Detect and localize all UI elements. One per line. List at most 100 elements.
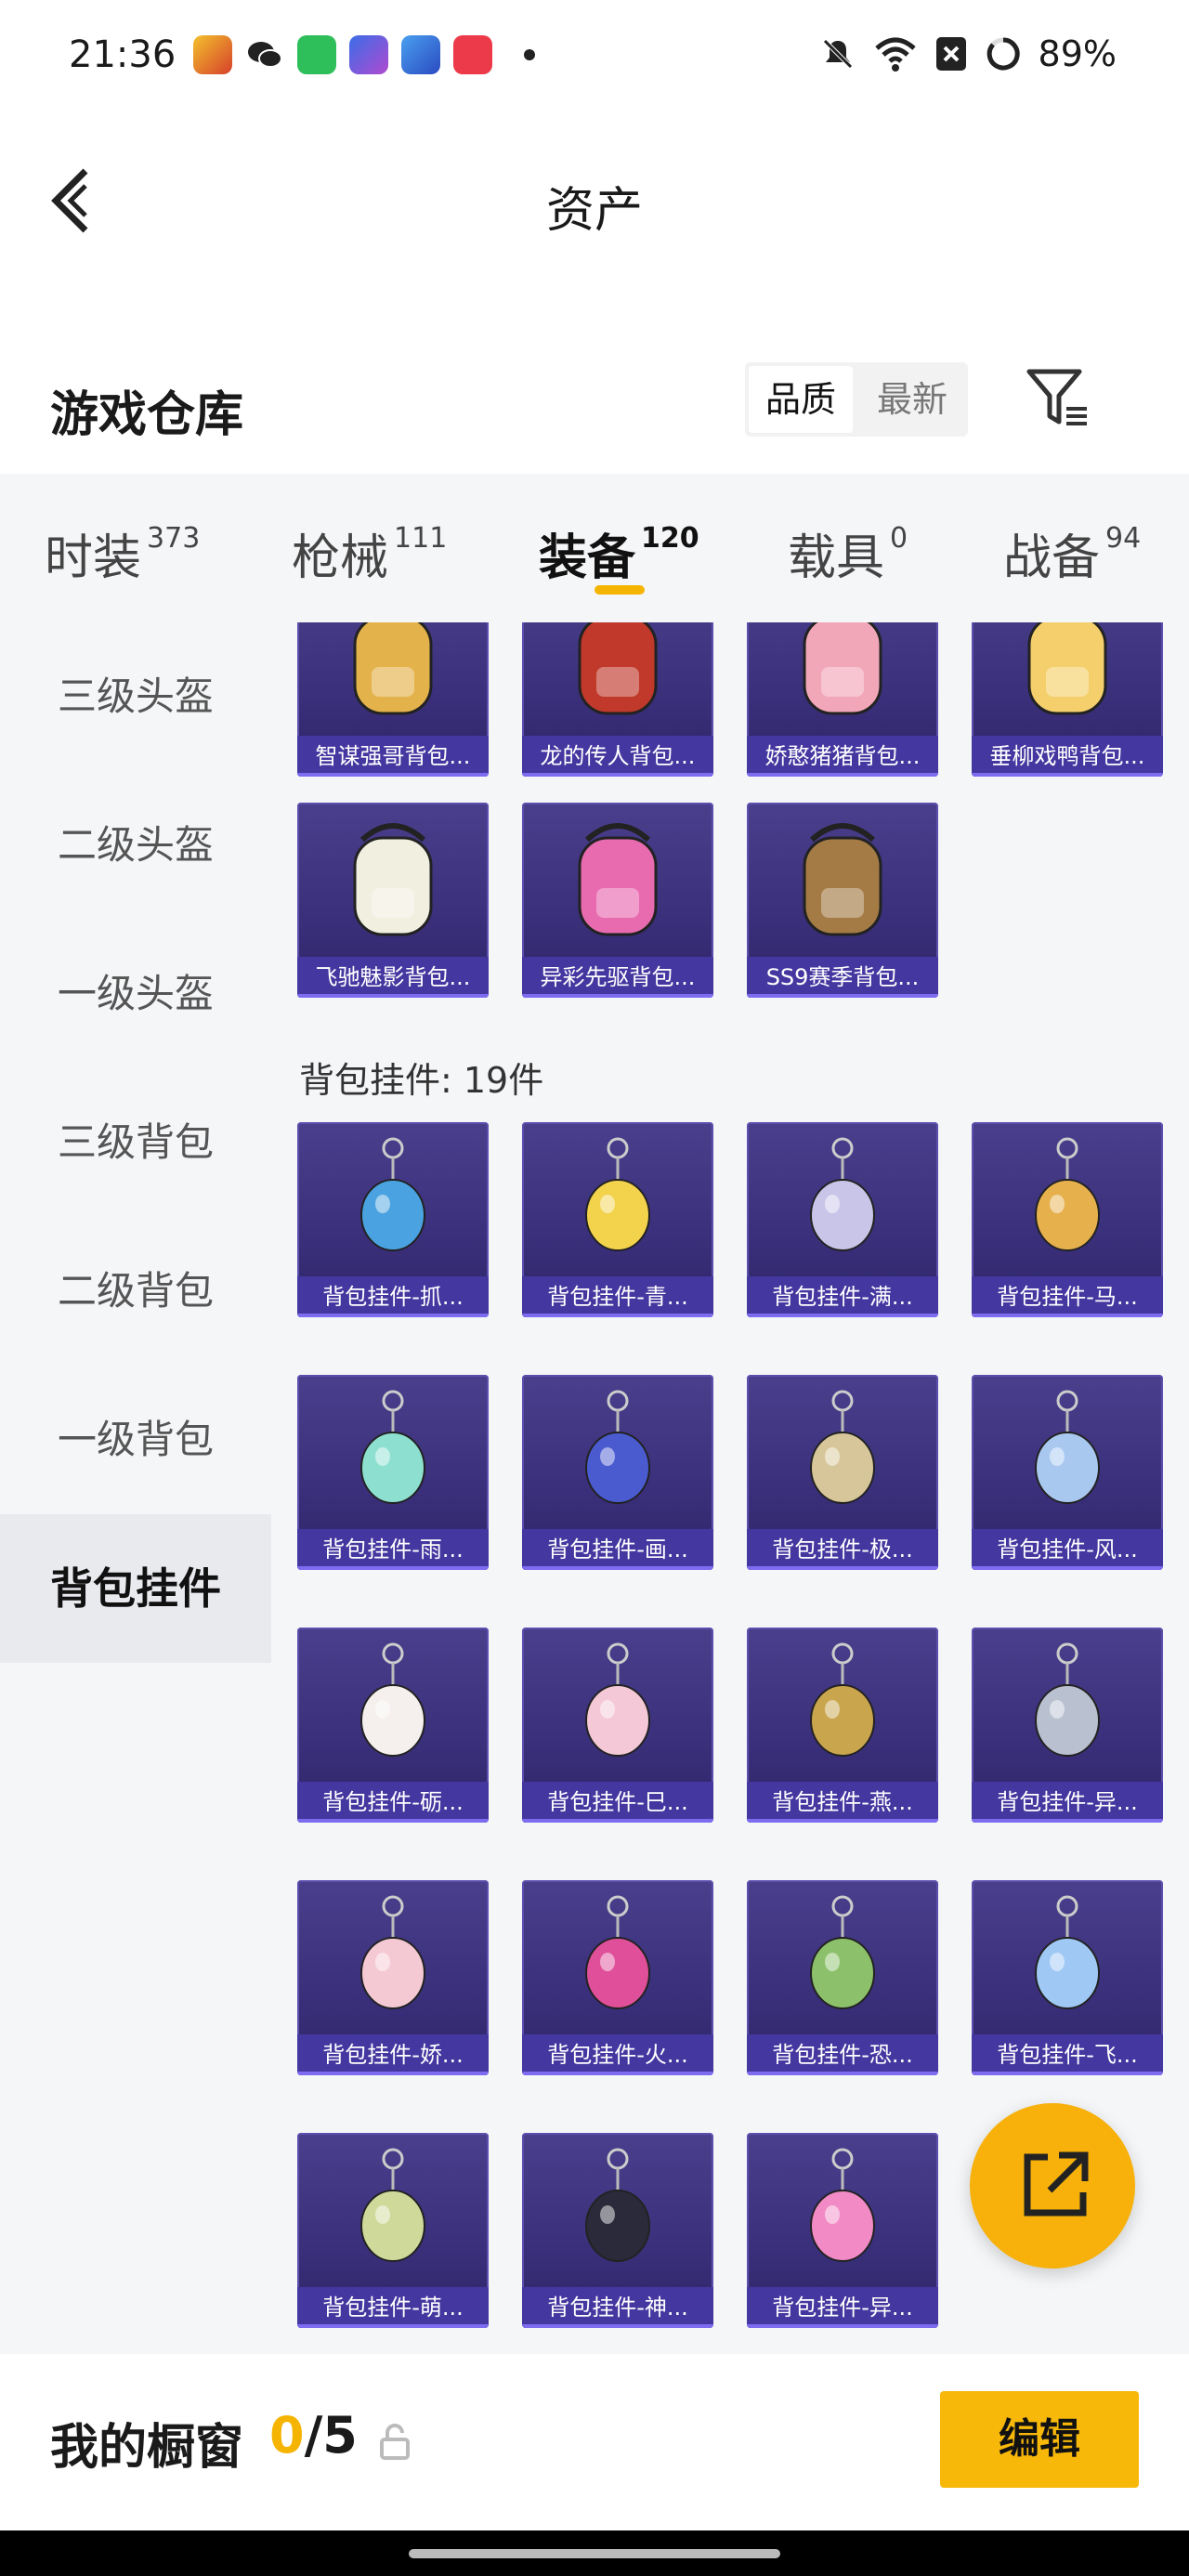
tab-label: 枪械: [292, 530, 389, 586]
tab-fashion[interactable]: 时装 373: [45, 518, 200, 588]
tab-label: 时装: [45, 530, 142, 586]
showcase-total: /5: [304, 2406, 358, 2465]
tab-vehicles[interactable]: 载具 0: [788, 518, 908, 588]
pendant-card[interactable]: 背包挂件-娇...: [297, 1880, 489, 2075]
tab-equipment[interactable]: 装备 120: [539, 518, 699, 588]
pendant-name: 背包挂件-火...: [522, 2034, 713, 2075]
home-gesture-handle[interactable]: [409, 2549, 780, 2558]
pendant-thumbnail: [360, 1390, 425, 1504]
pendant-name: 背包挂件-雨...: [297, 1529, 489, 1570]
game-app-icon-2: [349, 35, 388, 74]
pendant-thumbnail: [810, 2148, 875, 2262]
tab-guns[interactable]: 枪械 111: [292, 518, 447, 588]
sort-latest-button[interactable]: 最新: [856, 362, 968, 437]
system-nav-bar: [0, 2530, 1189, 2576]
pendant-card[interactable]: 背包挂件-雨...: [297, 1375, 489, 1570]
pendant-name: 背包挂件-萌...: [297, 2287, 489, 2328]
sidebar-item-backpack-lv3[interactable]: 三级背包: [0, 1068, 271, 1217]
pendant-thumbnail: [585, 1137, 650, 1251]
backpack-card[interactable]: 龙的传人背包...: [522, 622, 713, 777]
pendant-card[interactable]: 背包挂件-抓...: [297, 1122, 489, 1317]
backpack-card[interactable]: 垂柳戏鸭背包...: [972, 622, 1163, 777]
tab-count: 94: [1105, 522, 1142, 555]
edit-button[interactable]: 编辑: [940, 2391, 1139, 2488]
wifi-icon: [874, 37, 916, 72]
backpack-name: 垂柳戏鸭背包...: [972, 736, 1163, 777]
game-app-icon: [193, 35, 232, 74]
pendant-card[interactable]: 背包挂件-风...: [972, 1375, 1163, 1570]
sidebar-item-helmet-lv2[interactable]: 二级头盔: [0, 771, 271, 920]
pendant-thumbnail: [1035, 1642, 1100, 1757]
pendant-card[interactable]: 背包挂件-巳...: [522, 1628, 713, 1823]
pendant-name: 背包挂件-巳...: [522, 1782, 713, 1823]
showcase-count: 0/5: [269, 2406, 358, 2465]
backpack-card[interactable]: 娇憨猪猪背包...: [747, 622, 938, 777]
share-button[interactable]: [970, 2103, 1135, 2269]
music-app-icon: [453, 35, 492, 74]
no-sim-icon: [935, 37, 966, 71]
tab-count: 111: [394, 522, 448, 555]
sidebar: 三级头盔 二级头盔 一级头盔 三级背包 二级背包 一级背包 背包挂件: [0, 622, 271, 2354]
tab-count: 120: [641, 522, 699, 555]
notification-icons: [193, 35, 535, 74]
pendant-thumbnail: [1035, 1390, 1100, 1504]
backpack-name: 智谋强哥背包...: [297, 736, 489, 777]
pendant-card[interactable]: 背包挂件-青...: [522, 1122, 713, 1317]
backpack-thumbnail: [803, 622, 882, 715]
pendant-thumbnail: [1035, 1137, 1100, 1251]
backpack-card[interactable]: 异彩先驱背包...: [522, 803, 713, 998]
battery-icon: [986, 37, 1020, 71]
pendant-thumbnail: [810, 1137, 875, 1251]
status-right: 89%: [819, 33, 1117, 74]
pendant-card[interactable]: 背包挂件-燕...: [747, 1628, 938, 1823]
status-time: 21:36: [69, 33, 176, 76]
tab-label: 战备: [1003, 530, 1101, 586]
pendant-thumbnail: [360, 1642, 425, 1757]
warehouse-title: 游戏仓库: [50, 387, 244, 443]
backpack-card[interactable]: 智谋强哥背包...: [297, 622, 489, 777]
filter-icon: [1026, 369, 1087, 425]
backpack-name: 娇憨猪猪背包...: [747, 736, 938, 777]
backpack-card[interactable]: SS9赛季背包...: [747, 803, 938, 998]
pendant-card[interactable]: 背包挂件-神...: [522, 2133, 713, 2328]
sidebar-item-backpack-pendant[interactable]: 背包挂件: [0, 1514, 271, 1663]
pendant-card[interactable]: 背包挂件-火...: [522, 1880, 713, 2075]
pendant-card[interactable]: 背包挂件-满...: [747, 1122, 938, 1317]
status-bar: 21:36 89%: [0, 0, 1189, 111]
pendant-name: 背包挂件-极...: [747, 1529, 938, 1570]
item-grid: 智谋强哥背包... 龙的传人背包... 娇憨猪猪背包... 垂柳戏鸭背包... 飞驰魅影…: [271, 622, 1189, 2354]
sidebar-item-helmet-lv1[interactable]: 一级头盔: [0, 920, 271, 1068]
pendant-card[interactable]: 背包挂件-萌...: [297, 2133, 489, 2328]
backpack-card[interactable]: 飞驰魅影背包...: [297, 803, 489, 998]
backpack-name: 飞驰魅影背包...: [297, 957, 489, 998]
sidebar-item-backpack-lv1[interactable]: 一级背包: [0, 1366, 271, 1514]
sort-quality-button[interactable]: 品质: [749, 366, 853, 433]
pendant-card[interactable]: 背包挂件-画...: [522, 1375, 713, 1570]
showcase-bar: 我的橱窗 0/5 编辑: [0, 2354, 1189, 2530]
pendant-card[interactable]: 背包挂件-马...: [972, 1122, 1163, 1317]
tab-label: 载具: [788, 530, 885, 586]
category-tabs: 时装 373 枪械 111 装备 120 载具 0 战备 94: [0, 474, 1189, 622]
pendant-card[interactable]: 背包挂件-飞...: [972, 1880, 1163, 2075]
pendant-card[interactable]: 背包挂件-异...: [747, 2133, 938, 2328]
pendant-name: 背包挂件-砺...: [297, 1782, 489, 1823]
filter-button[interactable]: [1026, 368, 1091, 429]
pendant-card[interactable]: 背包挂件-异...: [972, 1628, 1163, 1823]
sidebar-item-backpack-lv2[interactable]: 二级背包: [0, 1217, 271, 1366]
pendant-card[interactable]: 背包挂件-极...: [747, 1375, 938, 1570]
more-notifications-dot: [524, 49, 535, 60]
pendant-card[interactable]: 背包挂件-恐...: [747, 1880, 938, 2075]
pendant-section-label: 背包挂件: 19件: [299, 1060, 544, 1101]
pendant-name: 背包挂件-满...: [747, 1276, 938, 1317]
pendant-thumbnail: [360, 1137, 425, 1251]
page-title: 资产: [545, 183, 643, 239]
backpack-thumbnail: [353, 622, 433, 715]
pendant-card[interactable]: 背包挂件-砺...: [297, 1628, 489, 1823]
battery-percent: 89%: [1038, 33, 1117, 74]
tab-combat-gear[interactable]: 战备 94: [1003, 518, 1141, 588]
mute-icon: [822, 39, 853, 69]
backpack-thumbnail: [1027, 622, 1107, 715]
pendant-name: 背包挂件-画...: [522, 1529, 713, 1570]
sidebar-item-helmet-lv3[interactable]: 三级头盔: [0, 622, 271, 771]
pendant-thumbnail: [810, 1390, 875, 1504]
